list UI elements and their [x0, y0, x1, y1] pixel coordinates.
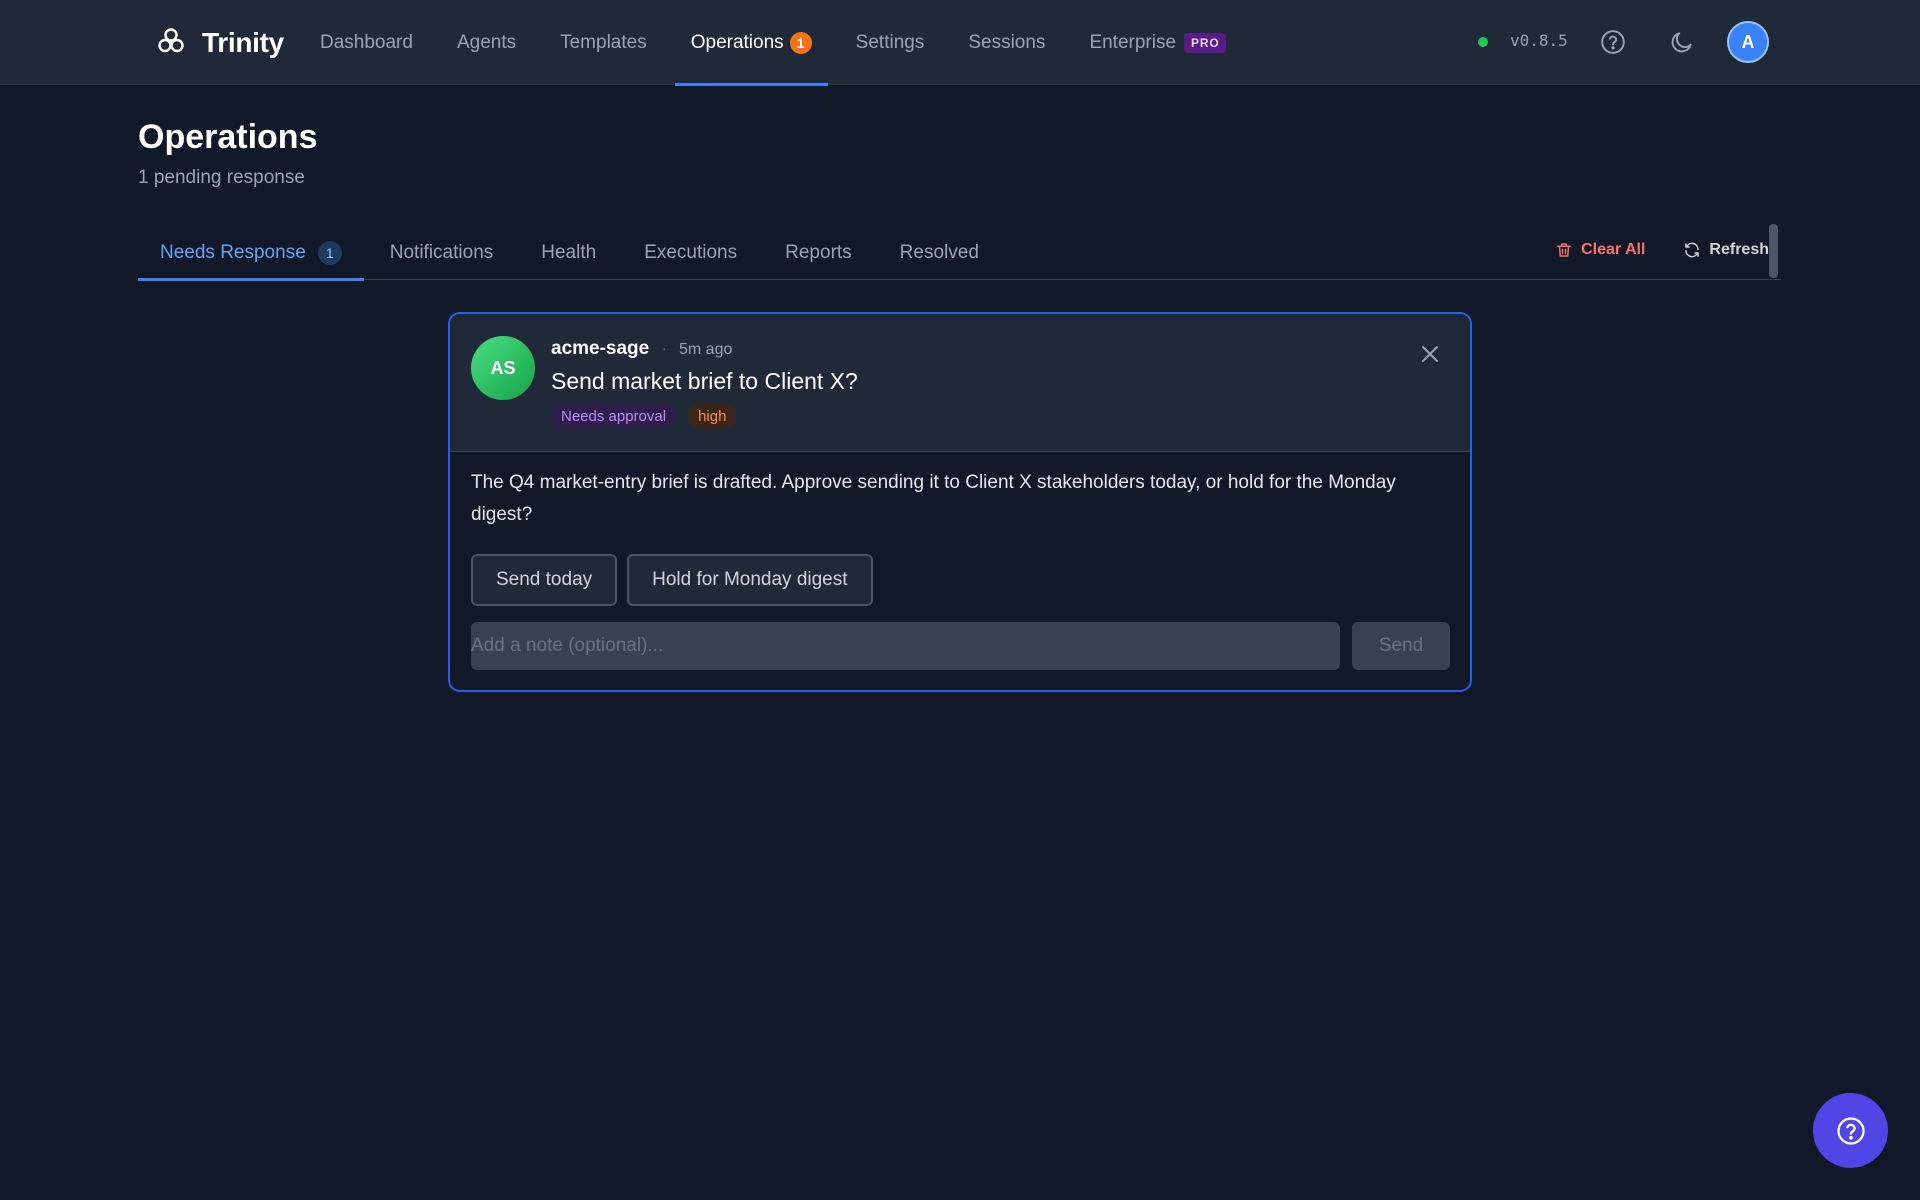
- tab-health[interactable]: Health: [519, 225, 618, 280]
- pro-badge: PRO: [1184, 32, 1227, 53]
- pending-response-card: AS acme-sage · 5m ago Send market brief …: [448, 312, 1472, 692]
- tab-resolved[interactable]: Resolved: [878, 225, 1001, 280]
- agent-avatar: AS: [471, 336, 535, 400]
- refresh-icon: [1685, 242, 1700, 258]
- response-options: Send today Hold for Monday digest: [471, 554, 883, 606]
- tab-notifications[interactable]: Notifications: [368, 225, 516, 280]
- top-navbar: Trinity Dashboard Agents Templates Opera…: [0, 0, 1920, 86]
- moon-icon: [1671, 32, 1692, 53]
- card-header: AS acme-sage · 5m ago Send market brief …: [450, 314, 1470, 452]
- timestamp: 5m ago: [679, 341, 733, 358]
- clear-all-label: Clear All: [1581, 241, 1646, 258]
- clear-all-button[interactable]: Clear All: [1555, 241, 1645, 259]
- page-title: Operations: [138, 118, 318, 156]
- option-send-today-button[interactable]: Send today: [471, 554, 618, 606]
- refresh-label: Refresh: [1709, 241, 1769, 258]
- nav-label: Agents: [456, 31, 517, 53]
- priority-badge: high: [688, 403, 737, 429]
- tab-label: Reports: [785, 241, 852, 263]
- nav-enterprise[interactable]: Enterprise PRO: [1067, 0, 1248, 85]
- tab-executions[interactable]: Executions: [622, 225, 759, 280]
- nav-label: Settings: [855, 31, 925, 53]
- nav-label: Templates: [560, 31, 647, 53]
- theme-toggle-button[interactable]: [1664, 24, 1700, 60]
- nav-label: Sessions: [968, 31, 1046, 53]
- agent-name[interactable]: acme-sage: [551, 338, 649, 360]
- request-title: Send market brief to Client X?: [551, 368, 858, 394]
- tab-label: Executions: [644, 241, 738, 263]
- tab-label: Needs Response: [160, 241, 306, 263]
- nav-sessions[interactable]: Sessions: [946, 0, 1067, 85]
- connection-status-dot: [1478, 37, 1488, 47]
- nav-agents[interactable]: Agents: [435, 0, 538, 85]
- note-input[interactable]: [471, 622, 1340, 670]
- request-message: The Q4 market-entry brief is drafted. Ap…: [471, 472, 1396, 525]
- tab-count-badge: 1: [317, 240, 342, 265]
- operations-tabs-bar: Needs Response 1 Notifications Health Ex…: [138, 225, 1781, 281]
- user-avatar[interactable]: A: [1727, 21, 1769, 63]
- nav-templates[interactable]: Templates: [538, 0, 669, 85]
- nav-label: Operations: [690, 31, 784, 53]
- floating-help-button[interactable]: [1813, 1093, 1888, 1168]
- send-button[interactable]: Send: [1352, 622, 1450, 670]
- brand[interactable]: Trinity: [156, 22, 284, 64]
- scrollbar-thumb[interactable]: [1769, 224, 1778, 278]
- type-badge: Needs approval: [551, 403, 677, 429]
- nav-label: Dashboard: [320, 31, 413, 53]
- tab-needs-response[interactable]: Needs Response 1: [138, 225, 364, 281]
- tab-label: Notifications: [389, 241, 494, 263]
- trinity-logo-icon: [156, 26, 186, 61]
- help-circle-icon: [1601, 30, 1625, 54]
- chips: Needs approval high: [551, 403, 748, 429]
- dismiss-button[interactable]: [1418, 342, 1448, 372]
- nav-settings[interactable]: Settings: [834, 0, 947, 85]
- operations-count-badge: 1: [789, 31, 812, 54]
- close-icon: [1422, 346, 1438, 362]
- tab-reports[interactable]: Reports: [763, 225, 874, 280]
- nav-label: Enterprise: [1089, 31, 1177, 53]
- nav-operations[interactable]: Operations 1: [669, 0, 834, 86]
- nav-dashboard[interactable]: Dashboard: [298, 0, 435, 85]
- help-button[interactable]: [1595, 24, 1631, 60]
- tab-list: Needs Response 1 Notifications Health Ex…: [138, 225, 1005, 281]
- help-circle-icon: [1836, 1116, 1865, 1145]
- trash-icon: [1557, 243, 1571, 257]
- option-hold-button[interactable]: Hold for Monday digest: [627, 554, 873, 606]
- tab-label: Health: [541, 241, 597, 263]
- version-label: v0.8.5: [1510, 31, 1568, 50]
- tab-label: Resolved: [899, 241, 979, 263]
- meta-separator: ·: [662, 340, 667, 356]
- page-subtitle: 1 pending response: [138, 167, 305, 188]
- refresh-button[interactable]: Refresh: [1683, 241, 1769, 259]
- main-nav: Dashboard Agents Templates Operations 1 …: [298, 0, 1248, 86]
- brand-name: Trinity: [202, 27, 284, 58]
- tab-actions: Clear All Refresh: [1517, 225, 1769, 275]
